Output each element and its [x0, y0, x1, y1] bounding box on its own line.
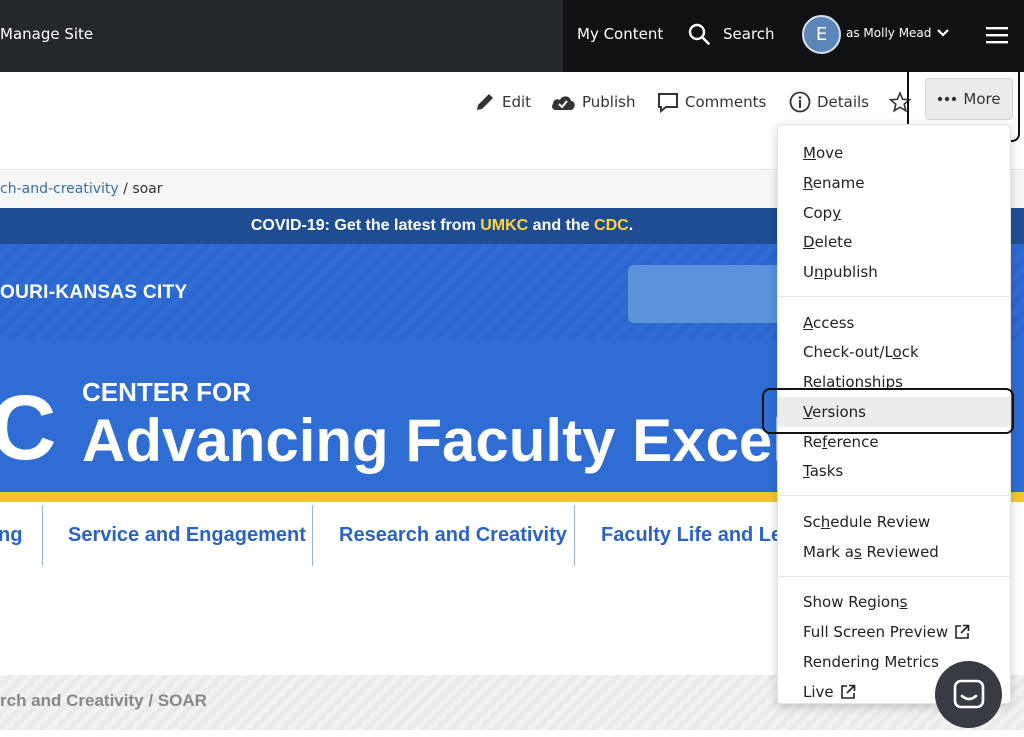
- publish-button[interactable]: Publish: [550, 90, 635, 114]
- nav-item-teaching[interactable]: ng: [0, 505, 22, 566]
- chat-icon: [953, 679, 984, 708]
- external-link-icon: [955, 624, 970, 639]
- menu-divider: [778, 576, 1010, 577]
- cdc-link[interactable]: CDC: [594, 217, 629, 234]
- chevron-down-icon[interactable]: [936, 28, 950, 38]
- hero-title: Advancing Faculty Excelle: [82, 407, 839, 474]
- umkc-link[interactable]: UMKC: [480, 217, 528, 234]
- menu-item-delete[interactable]: Delete: [778, 227, 1010, 257]
- menu-item-copy[interactable]: Copy: [778, 198, 1010, 228]
- menu-item-check-out-lock[interactable]: Check-out/Lock: [778, 337, 1010, 367]
- edit-button[interactable]: Edit: [474, 90, 531, 114]
- details-button[interactable]: Details: [789, 90, 869, 114]
- center-logo: C: [0, 377, 57, 479]
- menu-item-tasks[interactable]: Tasks: [778, 456, 1010, 486]
- menu-item-mark-as-reviewed[interactable]: Mark as Reviewed: [778, 537, 1010, 567]
- cloud-check-icon: [552, 96, 575, 110]
- publish-label: Publish: [582, 93, 636, 111]
- my-content-link[interactable]: My Content: [577, 25, 663, 43]
- nav-item-faculty-life[interactable]: Faculty Life and Lea: [601, 505, 793, 566]
- comment-icon: [658, 93, 678, 113]
- nav-divider: [42, 505, 43, 566]
- avatar[interactable]: E: [802, 15, 841, 54]
- menu-item-unpublish[interactable]: Unpublish: [778, 257, 1010, 287]
- menu-item-full-screen-preview[interactable]: Full Screen Preview: [778, 617, 1010, 647]
- menu-divider: [778, 296, 1010, 297]
- menu-divider: [778, 495, 1010, 496]
- banner-suffix: .: [628, 217, 634, 234]
- nav-divider: [312, 505, 313, 566]
- manage-site-link[interactable]: Manage Site: [0, 25, 93, 43]
- menu-item-access[interactable]: Access: [778, 308, 1010, 338]
- edit-label: Edit: [502, 93, 532, 111]
- menu-item-rename[interactable]: Rename: [778, 168, 1010, 198]
- versions-focus-ring: [762, 388, 1014, 434]
- comments-label: Comments: [685, 93, 767, 111]
- hamburger-menu-icon[interactable]: [986, 26, 1008, 44]
- comments-button[interactable]: Comments: [657, 90, 766, 114]
- pencil-icon: [477, 94, 493, 110]
- chat-launcher-button[interactable]: [935, 661, 1002, 728]
- info-icon: [789, 91, 811, 113]
- search-icon[interactable]: [688, 23, 710, 45]
- menu-item-schedule-review[interactable]: Schedule Review: [778, 507, 1010, 537]
- menu-item-show-regions[interactable]: Show Regions: [778, 587, 1010, 617]
- banner-prefix: COVID-19: Get the latest from: [250, 217, 481, 234]
- masquerade-user-label[interactable]: as Molly Mead: [846, 26, 931, 40]
- breadcrumb-separator: /: [123, 181, 128, 197]
- menu-item-move[interactable]: Move: [778, 138, 1010, 168]
- details-label: Details: [817, 93, 870, 111]
- hero-subtitle: CENTER FOR: [82, 377, 251, 407]
- banner-middle: and the: [528, 217, 595, 234]
- page-breadcrumb: rch and Creativity / SOAR: [0, 691, 207, 710]
- external-link-icon: [840, 684, 855, 699]
- nav-divider: [574, 505, 575, 566]
- nav-item-service-and-engagement[interactable]: Service and Engagement: [68, 505, 306, 566]
- site-search-box[interactable]: [628, 265, 788, 323]
- breadcrumb-current: soar: [132, 181, 163, 197]
- search-link[interactable]: Search: [723, 25, 775, 43]
- breadcrumb-parent-link[interactable]: ch-and-creativity: [0, 181, 119, 197]
- nav-item-research-and-creativity[interactable]: Research and Creativity: [339, 505, 567, 566]
- university-name[interactable]: OURI-KANSAS CITY: [0, 282, 187, 304]
